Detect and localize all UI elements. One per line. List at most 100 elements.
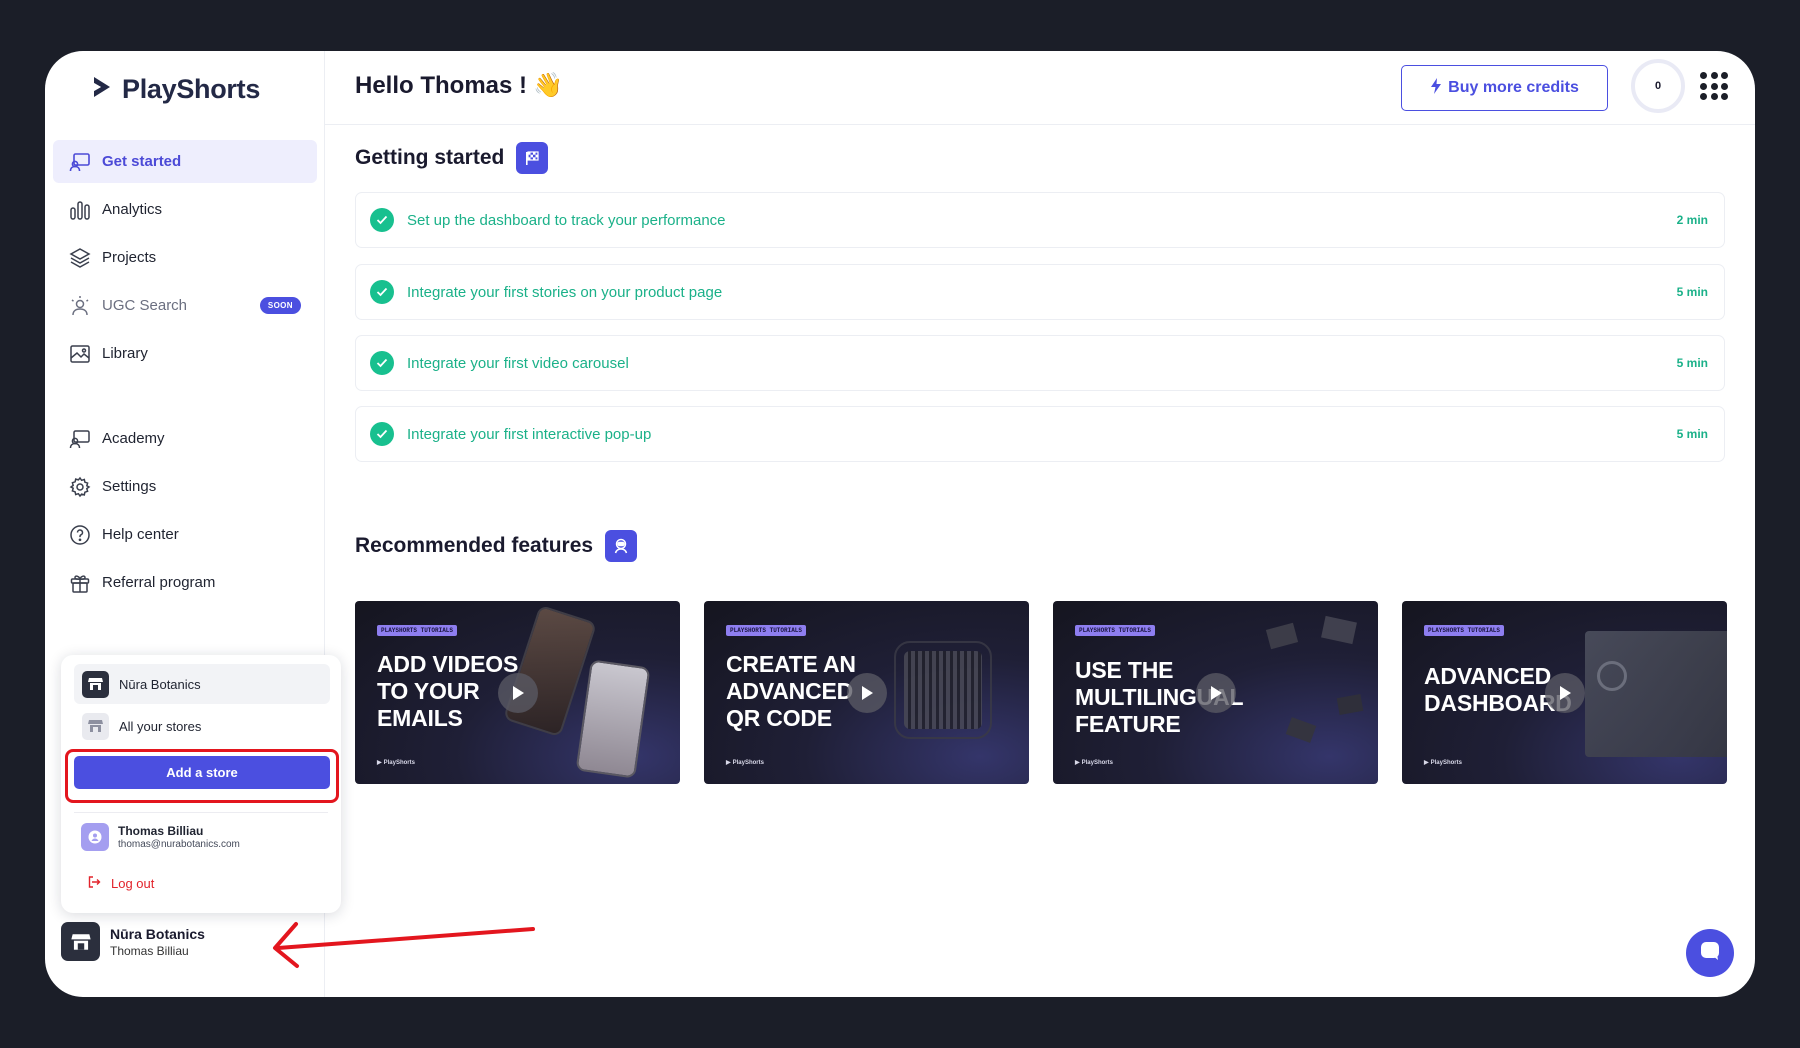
avatar	[81, 823, 109, 851]
sidebar-item-label: Academy	[102, 430, 165, 447]
sidebar-item-academy[interactable]: Academy	[53, 417, 317, 460]
current-store-name: Nūra Botanics	[110, 925, 205, 942]
logout-button[interactable]: Log out	[87, 875, 154, 892]
sidebar-item-library[interactable]: Library	[53, 332, 317, 375]
gift-icon	[69, 572, 91, 594]
getting-started-task[interactable]: Set up the dashboard to track your perfo…	[355, 192, 1725, 248]
logout-label: Log out	[111, 876, 155, 891]
apps-grid-icon[interactable]	[1700, 72, 1728, 100]
getting-started-task[interactable]: Integrate your first interactive pop-up …	[355, 406, 1725, 462]
video-brand: ▶ PlayShorts	[377, 759, 415, 767]
video-brand: ▶ PlayShorts	[726, 759, 764, 767]
sidebar-item-analytics[interactable]: Analytics	[53, 188, 317, 231]
top-header: Hello Thomas ! 👋 Buy more credits 0	[325, 51, 1755, 125]
sidebar-item-label: Settings	[102, 478, 157, 495]
checkered-flag-icon	[516, 142, 549, 174]
getting-started-task[interactable]: Integrate your first video carousel 5 mi…	[355, 335, 1725, 391]
user-name: Thomas Billiau	[118, 824, 204, 838]
greeting-text: Hello Thomas !	[355, 71, 528, 99]
section-title-text: Recommended features	[355, 534, 594, 557]
sidebar-item-help-center[interactable]: Help center	[53, 513, 317, 556]
play-icon[interactable]	[1195, 672, 1236, 713]
video-tag: PLAYSHORTS TUTORIALS	[377, 625, 458, 636]
sidebar-item-settings[interactable]: Settings	[53, 465, 317, 508]
video-card-advanced-qr-code[interactable]: PLAYSHORTS TUTORIALS CREATE AN ADVANCED …	[704, 601, 1029, 784]
sidebar-item-label: Get started	[102, 153, 182, 170]
help-icon	[69, 524, 91, 546]
check-icon	[370, 422, 394, 446]
sidebar-item-referral-program[interactable]: Referral program	[53, 561, 317, 604]
stores-icon	[82, 712, 109, 740]
layers-icon	[69, 247, 91, 269]
video-tag: PLAYSHORTS TUTORIALS	[1424, 625, 1505, 636]
buy-credits-button[interactable]: Buy more credits	[1401, 65, 1608, 111]
sidebar-item-label: Library	[102, 345, 148, 362]
sidebar-item-label: Analytics	[102, 201, 163, 218]
getting-started-task[interactable]: Integrate your first stories on your pro…	[355, 264, 1725, 320]
divider	[74, 812, 328, 813]
video-tag: PLAYSHORTS TUTORIALS	[1075, 625, 1156, 636]
video-brand: ▶ PlayShorts	[1075, 759, 1113, 767]
store-option-nura-botanics[interactable]: Nūra Botanics	[74, 664, 330, 704]
store-option-all-stores[interactable]: All your stores	[74, 706, 330, 746]
add-store-button[interactable]: Add a store	[74, 756, 330, 789]
sidebar-item-ugc-search[interactable]: UGC Search SOON	[53, 284, 317, 327]
check-icon	[370, 351, 394, 375]
user-email: thomas@nurabotanics.com	[118, 839, 240, 850]
video-card-advanced-dashboard[interactable]: PLAYSHORTS TUTORIALS ADVANCED DASHBOARD …	[1402, 601, 1727, 784]
credits-counter[interactable]: 0	[1631, 59, 1685, 113]
task-duration: 5 min	[1676, 427, 1708, 441]
page-title: Hello Thomas ! 👋	[355, 71, 563, 100]
video-card-multilingual-feature[interactable]: PLAYSHORTS TUTORIALS USE THE MULTILINGUA…	[1053, 601, 1378, 784]
brand-name: PlayShorts	[122, 74, 261, 104]
check-icon	[370, 208, 394, 232]
ugc-search-icon	[69, 295, 91, 317]
task-label: Integrate your first video carousel	[407, 354, 629, 372]
section-title-text: Getting started	[355, 146, 505, 169]
video-card-add-videos-to-emails[interactable]: PLAYSHORTS TUTORIALS ADD VIDEOS TO YOUR …	[355, 601, 680, 784]
task-duration: 5 min	[1676, 285, 1708, 299]
getting-started-heading: Getting started	[355, 142, 549, 174]
play-icon[interactable]	[1544, 672, 1585, 713]
current-store-user: Thomas Billiau	[110, 943, 189, 958]
chat-support-button[interactable]	[1686, 929, 1734, 977]
check-icon	[370, 280, 394, 304]
analytics-icon	[69, 199, 91, 221]
sidebar-nav: Get started Analytics Projects UGC Searc…	[53, 140, 317, 609]
sidebar: PlayShorts Get started Analytics Project…	[45, 51, 341, 997]
soon-badge: SOON	[259, 297, 301, 314]
store-switcher-menu: Nūra Botanics All your stores Add a stor…	[61, 655, 341, 913]
store-icon	[61, 922, 100, 961]
playshorts-logo-icon	[91, 75, 113, 104]
video-brand: ▶ PlayShorts	[1424, 759, 1462, 767]
sidebar-item-projects[interactable]: Projects	[53, 236, 317, 279]
sidebar-item-label: Referral program	[102, 574, 216, 591]
sidebar-item-label: UGC Search	[102, 297, 188, 314]
user-account[interactable]: Thomas Billiau thomas@nurabotanics.com	[81, 823, 240, 851]
lightning-icon	[1430, 77, 1442, 99]
wave-emoji: 👋	[533, 72, 563, 99]
chat-icon	[1699, 940, 1721, 967]
current-store-switcher[interactable]: Nūra Botanics Thomas Billiau	[61, 922, 205, 961]
video-tag: PLAYSHORTS TUTORIALS	[726, 625, 807, 636]
play-icon[interactable]	[497, 672, 538, 713]
app-window: PlayShorts Get started Analytics Project…	[45, 51, 1755, 997]
sidebar-item-label: Help center	[102, 526, 179, 543]
brand-logo[interactable]: PlayShorts	[91, 74, 260, 105]
get-started-icon	[69, 151, 91, 173]
task-duration: 2 min	[1676, 213, 1708, 227]
sidebar-item-label: Projects	[102, 249, 157, 266]
gear-icon	[69, 476, 91, 498]
play-icon[interactable]	[846, 672, 887, 713]
astronaut-icon	[605, 530, 638, 562]
image-icon	[69, 343, 91, 365]
store-option-label: All your stores	[119, 718, 202, 734]
task-label: Integrate your first interactive pop-up	[407, 425, 652, 443]
task-duration: 5 min	[1676, 356, 1708, 370]
buy-credits-label: Buy more credits	[1448, 79, 1579, 96]
store-option-label: Nūra Botanics	[119, 676, 201, 692]
store-icon	[82, 670, 109, 698]
sidebar-item-get-started[interactable]: Get started	[53, 140, 317, 183]
task-label: Set up the dashboard to track your perfo…	[407, 211, 726, 229]
academy-icon	[69, 428, 91, 450]
